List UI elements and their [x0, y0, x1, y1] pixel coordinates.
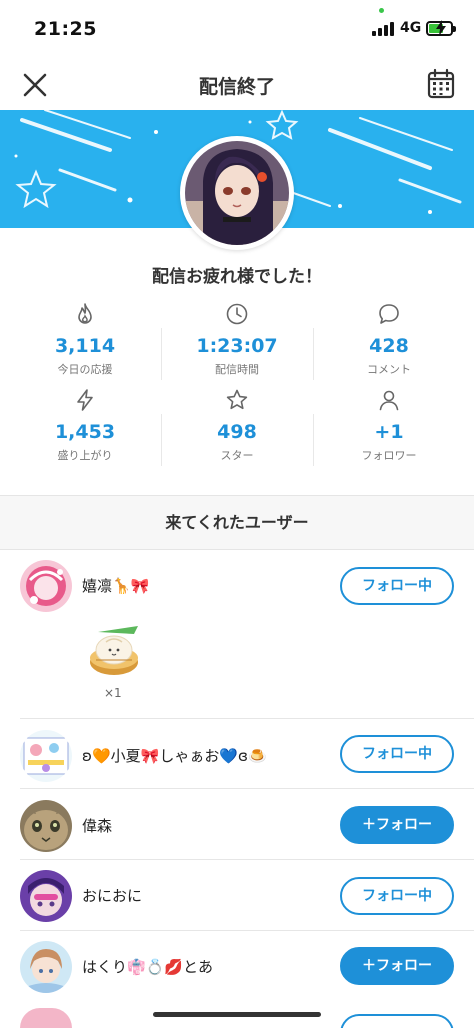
user-name[interactable]: はくり👘💍💋とあ	[82, 956, 213, 977]
stat-value: 1:23:07	[196, 335, 278, 357]
network-label: 4G	[400, 20, 422, 36]
avatar[interactable]	[20, 941, 72, 993]
row-divider	[20, 718, 474, 719]
stat-value: 3,114	[54, 335, 116, 357]
user-name[interactable]: ʚ🧡小夏🎀しゃぁお💙ɞ🍮	[82, 745, 267, 766]
clock-icon	[226, 303, 248, 325]
visitors-heading-text: 来てくれたユーザー	[165, 513, 309, 532]
stat-followers: +1 フォロワー	[310, 388, 468, 463]
star-icon	[226, 389, 248, 410]
avatar[interactable]	[20, 1008, 72, 1028]
status-bar: 21:25 4G	[0, 0, 474, 56]
divider	[161, 414, 162, 466]
streamer-avatar	[180, 136, 294, 250]
stat-stars: 498 スター	[158, 388, 316, 463]
follow-button[interactable]: ＋フォロー	[340, 806, 454, 844]
divider	[161, 328, 162, 380]
visitors-heading: 来てくれたユーザー	[0, 496, 474, 550]
flame-icon	[78, 303, 92, 324]
row-divider	[20, 859, 474, 860]
comment-icon	[379, 304, 399, 324]
user-name[interactable]: 嬉凛🦒🎀	[82, 575, 149, 596]
thanks-message: 配信お疲れ様でした！	[152, 267, 322, 287]
stat-value: 498	[217, 421, 257, 443]
following-button[interactable]: フォロー中	[340, 735, 454, 773]
stat-support: 3,114 今日の応援	[6, 302, 164, 377]
person-icon	[379, 390, 399, 411]
stat-value: 428	[369, 335, 409, 357]
following-button[interactable]: フォロー中	[340, 567, 454, 605]
page-title: 配信終了	[198, 76, 275, 98]
avatar[interactable]	[20, 730, 72, 782]
stat-label: スター	[220, 449, 254, 462]
nav-bar: 配信終了	[0, 56, 474, 110]
calendar-icon[interactable]	[426, 68, 456, 100]
avatar[interactable]	[20, 800, 72, 852]
stat-label: 配信時間	[215, 363, 259, 376]
mic-indicator-dot	[379, 8, 384, 13]
follow-button[interactable]: ＋フォロー	[340, 947, 454, 985]
battery-icon	[426, 20, 456, 36]
stat-duration: 1:23:07 配信時間	[158, 302, 316, 377]
avatar[interactable]	[20, 560, 72, 612]
user-name[interactable]: おにおに	[82, 885, 142, 906]
divider	[313, 414, 314, 466]
stat-label: フォロワー	[361, 449, 417, 462]
stat-excitement: 1,453 盛り上がり	[6, 388, 164, 463]
dumpling-gift-icon	[84, 620, 144, 680]
stat-value: 1,453	[54, 421, 116, 443]
following-button[interactable]	[340, 1014, 454, 1028]
lightning-icon	[77, 389, 93, 411]
status-time: 21:25	[34, 18, 97, 40]
row-divider	[20, 788, 474, 789]
stat-comments: 428 コメント	[310, 302, 468, 377]
stat-label: コメント	[367, 363, 411, 376]
divider	[313, 328, 314, 380]
stat-label: 今日の応援	[57, 363, 113, 376]
stat-value: +1	[374, 421, 404, 443]
following-button[interactable]: フォロー中	[340, 877, 454, 915]
home-indicator	[153, 1012, 321, 1017]
stat-label: 盛り上がり	[57, 449, 113, 462]
row-divider	[20, 930, 474, 931]
gift-count: ×1	[104, 686, 122, 700]
signal-icon	[372, 22, 396, 36]
avatar[interactable]	[20, 870, 72, 922]
user-name[interactable]: 偉森	[82, 815, 112, 836]
